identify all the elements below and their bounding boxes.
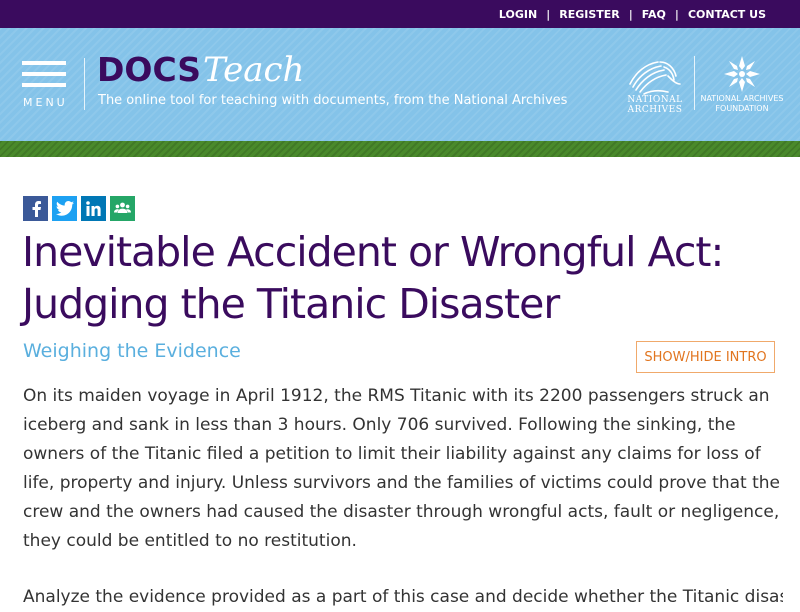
foundation-label: NATIONAL ARCHIVES FOUNDATION: [700, 94, 784, 114]
na-label-line: ARCHIVES: [627, 105, 683, 115]
national-archives-label: NATIONAL ARCHIVES: [620, 95, 690, 115]
intro-paragraph: On its maiden voyage in April 1912, the …: [23, 386, 780, 551]
page-subtitle: Weighing the Evidence: [23, 340, 241, 362]
google-classroom-icon: [114, 202, 131, 213]
linkedin-icon: [86, 201, 101, 216]
page-title: Inevitable Accident or Wrongful Act: Jud…: [22, 226, 782, 330]
contact-us-link[interactable]: CONTACT US: [688, 8, 766, 21]
facebook-share-button[interactable]: [23, 196, 48, 221]
docsteach-logo[interactable]: DOCS Teach: [97, 50, 304, 92]
intro-paragraph-2: Analyze the evidence provided as a part …: [23, 587, 783, 607]
facebook-icon: [32, 200, 41, 217]
logo-teach-text: Teach: [203, 50, 305, 90]
logo-divider: [694, 56, 695, 110]
hamburger-bar: [22, 72, 66, 76]
twitter-icon: [55, 201, 74, 216]
site-header: MENU DOCS Teach The online tool for teac…: [0, 28, 800, 141]
top-bar: LOGIN | REGISTER | FAQ | CONTACT US: [0, 0, 800, 28]
naf-label-line: FOUNDATION: [715, 104, 769, 113]
show-hide-intro-button[interactable]: SHOW/HIDE INTRO: [636, 341, 775, 373]
share-buttons: [23, 196, 139, 221]
header-accent-band: [0, 141, 800, 157]
top-nav: LOGIN | REGISTER | FAQ | CONTACT US: [499, 0, 766, 28]
linkedin-share-button[interactable]: [81, 196, 106, 221]
login-link[interactable]: LOGIN: [499, 8, 537, 21]
faq-link[interactable]: FAQ: [642, 8, 666, 21]
nav-separator: |: [546, 7, 551, 21]
nav-separator: |: [674, 7, 679, 21]
nav-separator: |: [628, 7, 633, 21]
naf-label-line: NATIONAL ARCHIVES: [700, 94, 784, 103]
twitter-share-button[interactable]: [52, 196, 77, 221]
title-line-2: Judging the Titanic Disaster: [22, 280, 560, 328]
header-divider: [84, 58, 85, 110]
hamburger-bar: [22, 83, 66, 87]
google-classroom-share-button[interactable]: [110, 196, 135, 221]
na-label-line: NATIONAL: [627, 95, 683, 105]
menu-button[interactable]: MENU: [22, 61, 68, 111]
hamburger-icon: [22, 61, 66, 65]
register-link[interactable]: REGISTER: [559, 8, 620, 21]
title-line-1: Inevitable Accident or Wrongful Act:: [22, 228, 724, 276]
menu-label: MENU: [23, 96, 68, 109]
logo-docs-text: DOCS: [97, 50, 202, 89]
foundation-star-icon[interactable]: [722, 54, 762, 94]
site-tagline: The online tool for teaching with docume…: [98, 93, 568, 108]
